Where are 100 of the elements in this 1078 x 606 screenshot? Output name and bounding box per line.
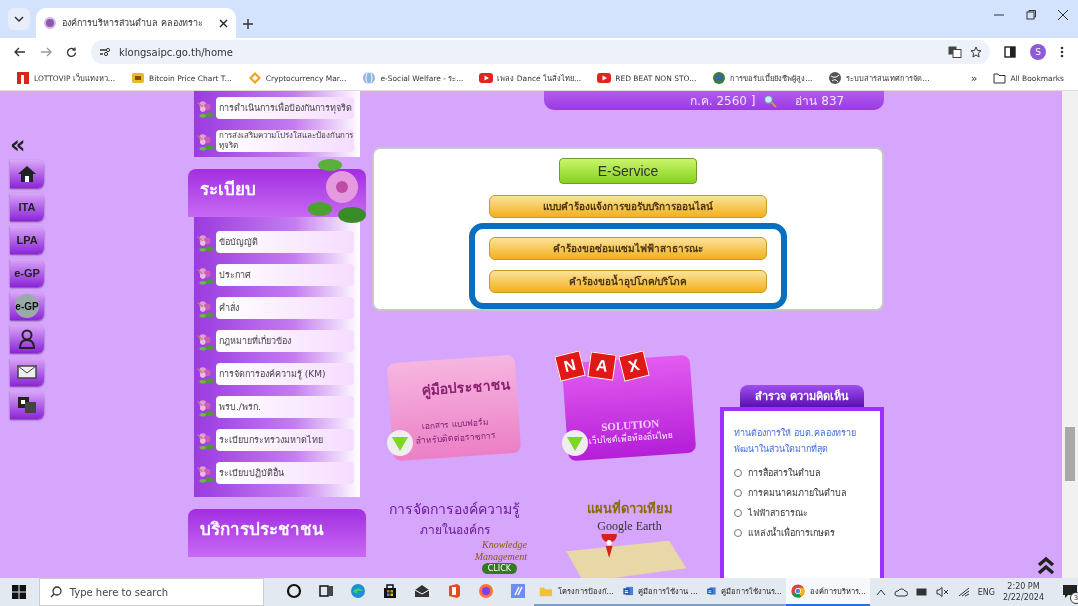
folder-icon — [993, 72, 1007, 84]
app-icon — [508, 582, 527, 600]
taskbar-search-field[interactable]: Type here to search — [38, 578, 264, 606]
firefox-icon — [476, 582, 495, 600]
survey-question: ท่านต้องการให้ อบต.คลองทราย พัฒนาในส่วนใดมากที่สุด — [734, 427, 857, 457]
translate-icon[interactable] — [948, 46, 962, 58]
forward-icon[interactable] — [40, 47, 52, 57]
eservice-button[interactable]: E-Service — [559, 158, 697, 184]
egp-globe-button[interactable]: e-GP — [10, 292, 44, 320]
sidebar-link[interactable]: กฎหมายที่เกี่ยวข้อง — [216, 329, 354, 352]
tile-text: ภายในองค์กร — [418, 522, 491, 539]
click-button[interactable]: CLICK — [481, 563, 517, 574]
tab-list-button[interactable] — [8, 8, 30, 30]
sidebar-link[interactable]: การจัดการองค์ความรู้ (KM) — [216, 362, 354, 385]
diamond-icon — [247, 71, 262, 85]
profile-avatar[interactable]: S — [1030, 44, 1046, 60]
clock[interactable]: 2:20 PM 2/22/2024 — [1002, 581, 1044, 603]
browser-tab[interactable]: องค์การบริหารส่วนตำบล คลองทราะ — [36, 8, 236, 38]
survey-option[interactable]: การคมนาคมภายในตำบล — [734, 483, 874, 503]
sidebar-link[interactable]: ประกาศ — [216, 263, 354, 286]
section-title: บริการประชาชน — [200, 519, 324, 539]
user-button[interactable] — [10, 325, 44, 353]
letter-cube: A — [587, 351, 617, 381]
view-count: อ่าน 837 — [795, 93, 845, 110]
search-icon[interactable] — [763, 93, 778, 108]
envelope-icon — [17, 364, 37, 380]
logo-icon — [16, 71, 30, 85]
address-bar[interactable]: klongsaipc.go.th/home — [91, 40, 990, 64]
task-view-icon — [316, 582, 335, 600]
tile-title: แผนที่ดาวเทียม — [585, 498, 674, 518]
scrollbar-thumb[interactable] — [1065, 427, 1075, 481]
manual-card[interactable]: คู่มือประชาชน เอกสาร แบบฟอร์ม สำหรับติดต่อราชการ — [386, 354, 522, 462]
tab-title: องค์การบริหารส่วนตำบล คลองทราะ — [62, 17, 204, 30]
home-button[interactable] — [10, 160, 44, 188]
tile-title: คู่มือประชาชน — [420, 375, 512, 402]
cloud-icon[interactable] — [893, 587, 908, 597]
language-indicator[interactable]: ENG — [977, 587, 995, 597]
tile-text: เว็บไซต์เพื่อท้องถิ่นไทย — [588, 430, 674, 448]
chevron-up-icon[interactable] — [875, 588, 886, 596]
muted-speaker-icon[interactable] — [935, 587, 950, 597]
circle-icon — [284, 582, 303, 600]
maximize-icon[interactable] — [1026, 10, 1036, 20]
service-link-button[interactable]: คำร้องขอน้ำอุปโภค/บริโภค — [489, 270, 767, 293]
tile-title: การจัดการองค์ความรู้ — [388, 500, 521, 520]
sidebar-link[interactable]: การดำเนินการเพื่อป้องกันการทุจริต — [216, 96, 354, 119]
more-bookmarks-button[interactable]: » — [970, 71, 978, 85]
sidebar-link[interactable]: คำสั่ง — [216, 296, 354, 319]
search-icon — [49, 586, 62, 598]
collapse-button[interactable]: « — [0, 135, 26, 155]
banner-date: ก.ค. 2560 ] — [690, 93, 756, 110]
service-link-button[interactable]: แบบคำร้องแจ้งการขอรับบริการออนไลน์ — [489, 195, 767, 218]
sidebar-link[interactable]: พรบ./พรก. — [216, 395, 354, 418]
back-icon[interactable] — [14, 47, 26, 57]
chrome-icon — [789, 582, 806, 600]
survey-option[interactable]: ไฟฟ้าสาธารณะ — [734, 503, 874, 523]
home-icon — [17, 165, 37, 183]
site-settings-icon[interactable] — [99, 47, 111, 57]
emblem-icon — [712, 71, 727, 85]
scrollbar[interactable] — [1062, 91, 1078, 578]
windows-start-icon[interactable] — [12, 585, 27, 599]
menu-icon[interactable] — [1060, 46, 1064, 58]
edge-browser-icon — [348, 582, 367, 600]
play-icon — [479, 71, 494, 85]
service-link-button[interactable]: คำร้องขอซ่อมแซมไฟฟ้าสาธารณะ — [489, 237, 767, 260]
globe-icon — [362, 71, 377, 85]
ita-link-button[interactable]: LPA — [10, 226, 44, 254]
tile-text: Knowledge — [481, 539, 528, 551]
translate-button[interactable] — [10, 391, 44, 419]
sidebar-link[interactable]: การส่งเสริมความโปร่งใสและป้องกันการทุจริต — [216, 129, 354, 152]
survey-option[interactable]: การสื่อสารในตำบล — [734, 463, 874, 483]
sidebar-link[interactable]: ข้อบัญญัติ — [216, 230, 354, 253]
mail-button[interactable] — [10, 358, 44, 386]
back-to-top-icon[interactable] — [1036, 556, 1056, 576]
ita-link-button[interactable]: ITA — [10, 193, 44, 221]
letter-cube: N — [554, 350, 586, 382]
close-tab-icon[interactable] — [219, 18, 228, 28]
coin-icon — [131, 71, 146, 85]
side-panel-icon[interactable] — [1004, 46, 1016, 58]
ita-link-button[interactable]: e-GP — [10, 259, 44, 287]
survey-title: สำรวจ ความคิดเห็น — [740, 385, 864, 407]
battery-icon[interactable] — [915, 588, 928, 596]
mail-icon — [412, 582, 431, 600]
tile-text: Management — [473, 551, 528, 563]
tile-text: Google Earth — [596, 519, 663, 534]
chevron-down-icon — [14, 16, 24, 22]
survey-option[interactable]: แหล่งน้ำเพื่อการเกษตร — [734, 523, 874, 543]
close-icon[interactable] — [1058, 10, 1068, 20]
person-icon — [18, 329, 36, 349]
sidebar-link[interactable]: ระเบียบปฏิบัติอื่น — [216, 461, 354, 484]
new-tab-icon[interactable] — [242, 18, 254, 30]
reload-icon[interactable] — [66, 46, 77, 58]
star-icon[interactable] — [970, 46, 982, 58]
globe-icon — [828, 71, 843, 85]
speech-bubble-icon — [1062, 584, 1078, 600]
translate-icon — [17, 396, 37, 414]
sidebar-link[interactable]: ระเบียบกระทรวงมหาดไทย — [216, 428, 354, 451]
play-icon — [597, 71, 612, 85]
wifi-icon[interactable] — [957, 587, 970, 597]
site-favicon-icon — [44, 17, 56, 29]
section-title: ระเบียบ — [200, 179, 256, 199]
